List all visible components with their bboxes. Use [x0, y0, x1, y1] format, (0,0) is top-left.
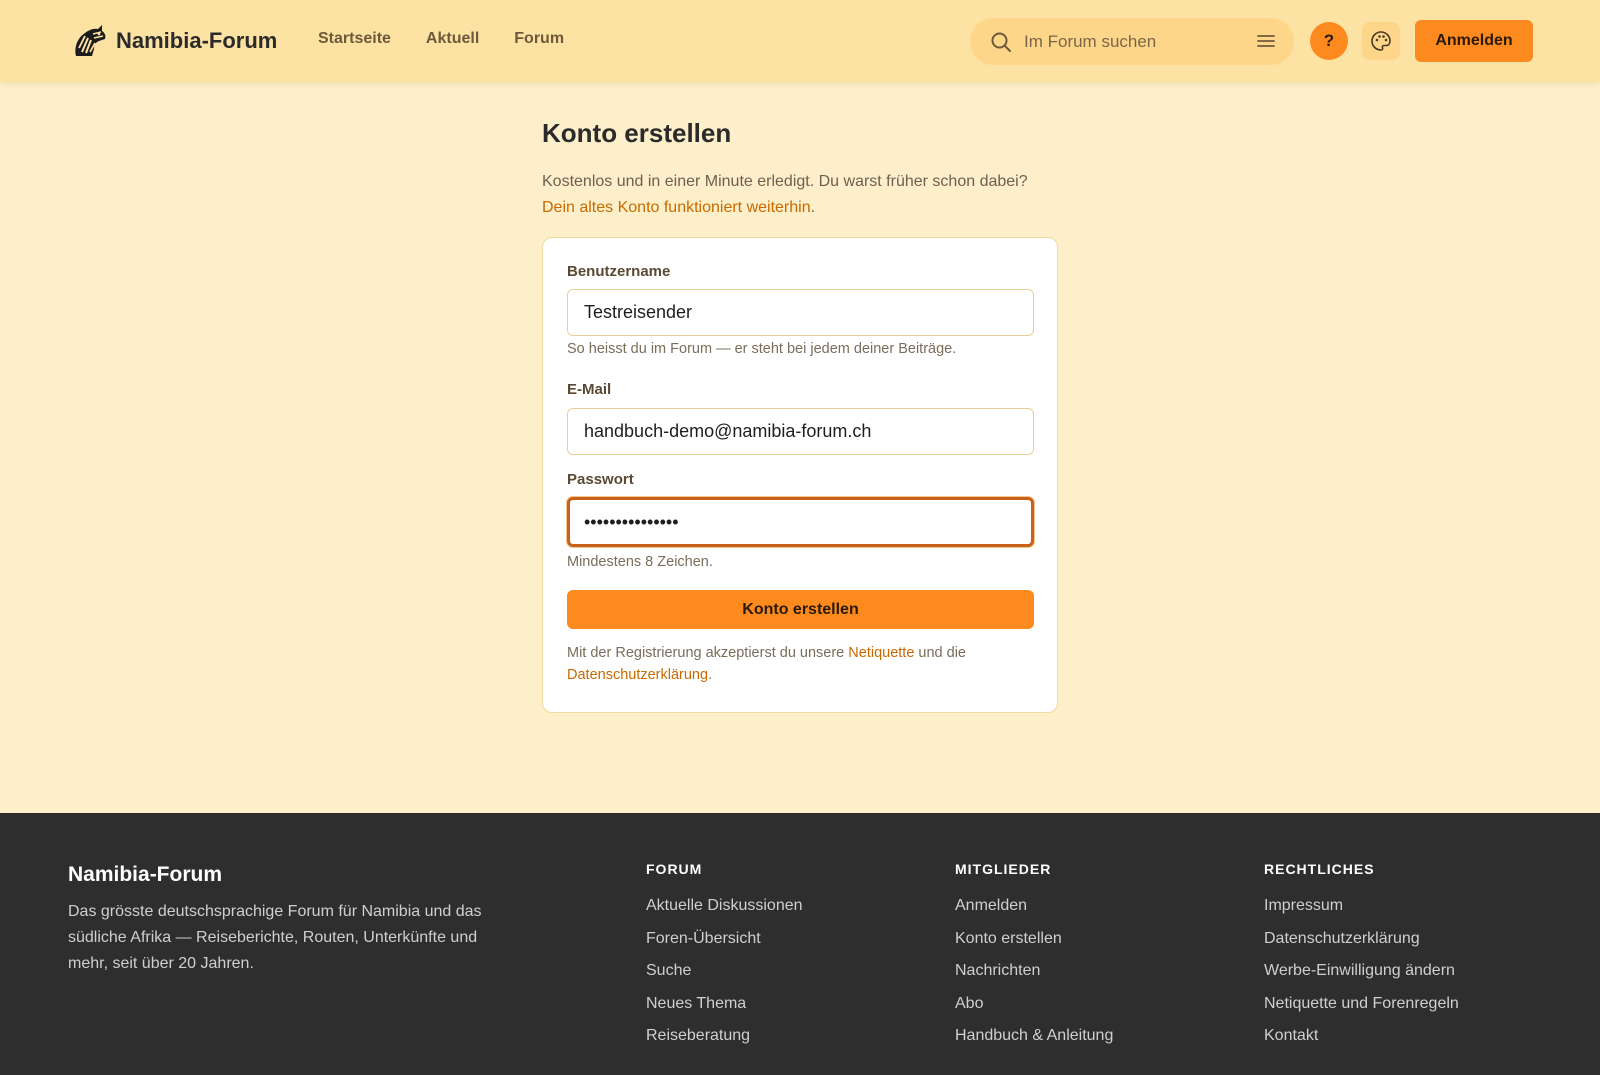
footer-link[interactable]: Aktuelle Diskussionen [646, 897, 803, 930]
palette-icon [1371, 31, 1391, 51]
footer-link[interactable]: Nachrichten [955, 962, 1113, 995]
help-button[interactable]: ? [1310, 22, 1348, 60]
brand-link[interactable]: Namibia-Forum [68, 22, 277, 60]
footer-link[interactable]: Kontakt [1264, 1027, 1459, 1060]
footer-column-title: FORUM [646, 861, 703, 877]
footer-column-forum: FORUM Aktuelle Diskussionen Foren-Übersi… [646, 861, 803, 1060]
search-input[interactable] [1024, 28, 1244, 56]
footer-link[interactable]: Netiquette und Forenregeln [1264, 995, 1459, 1028]
footer-link[interactable]: Abo [955, 995, 1113, 1028]
legal-before: Mit der Registrierung akzeptierst du uns… [567, 645, 849, 661]
footer-column-title: MITGLIEDER [955, 861, 1052, 877]
username-hint: So heisst du im Forum — er steht bei jed… [567, 341, 957, 357]
nav-startseite[interactable]: Startseite [318, 30, 391, 48]
footer-link[interactable]: Anmelden [955, 897, 1113, 930]
password-field[interactable] [567, 497, 1034, 547]
intro-period: . [810, 199, 816, 216]
footer-brand: Namibia-Forum [68, 863, 223, 886]
menu-lines-icon[interactable] [1256, 32, 1276, 50]
username-field[interactable] [567, 289, 1034, 336]
netiquette-link[interactable]: Netiquette [848, 645, 914, 661]
footer-link[interactable]: Impressum [1264, 897, 1459, 930]
footer-link[interactable]: Reiseberatung [646, 1027, 803, 1060]
footer-link[interactable]: Neues Thema [646, 995, 803, 1028]
password-hint: Mindestens 8 Zeichen. [567, 554, 713, 570]
nav-aktuell[interactable]: Aktuell [426, 30, 479, 48]
email-field[interactable] [567, 408, 1034, 455]
footer-link[interactable]: Datenschutzerklärung [1264, 930, 1459, 963]
username-label: Benutzername [567, 263, 671, 280]
register-form: Benutzername So heisst du im Forum — er … [542, 237, 1058, 713]
intro-text: Kostenlos und in einer Minute erledigt. … [542, 169, 1058, 221]
footer-column-mitglieder: MITGLIEDER Anmelden Konto erstellen Nach… [955, 861, 1113, 1060]
password-label: Passwort [567, 471, 634, 488]
register-intro: Konto erstellen Kostenlos und in einer M… [542, 118, 1058, 221]
zebra-logo-icon [75, 25, 106, 56]
old-account-link[interactable]: Dein altes Konto funktioniert weiterhin [542, 199, 811, 216]
footer-link[interactable]: Foren-Übersicht [646, 930, 803, 963]
intro-sentence: Kostenlos und in einer Minute erledigt. … [542, 173, 1028, 190]
footer-column-title: RECHTLICHES [1264, 861, 1375, 877]
footer-link[interactable]: Konto erstellen [955, 930, 1113, 963]
footer-link[interactable]: Handbuch & Anleitung [955, 1027, 1113, 1060]
legal-text: Mit der Registrierung akzeptierst du uns… [567, 642, 1037, 686]
search-bar [970, 18, 1294, 65]
page-title: Konto erstellen [542, 118, 732, 148]
footer-column-rechtliches: RECHTLICHES Impressum Datenschutzerkläru… [1264, 861, 1459, 1060]
legal-middle: und die [914, 645, 966, 661]
legal-after: . [708, 667, 713, 683]
footer-link[interactable]: Suche [646, 962, 803, 995]
theme-button[interactable] [1362, 22, 1400, 60]
search-icon [991, 32, 1011, 52]
create-account-button[interactable]: Konto erstellen [567, 590, 1034, 629]
nav-forum[interactable]: Forum [514, 30, 564, 48]
main-nav: Startseite Aktuell Forum [318, 30, 564, 48]
email-label: E-Mail [567, 381, 612, 398]
login-button[interactable]: Anmelden [1415, 20, 1533, 62]
site-footer: Namibia-Forum Das grösste deutschsprachi… [0, 813, 1600, 1075]
brand-name: Namibia-Forum [116, 28, 278, 53]
footer-description: Das grösste deutschsprachige Forum für N… [68, 903, 482, 972]
privacy-link[interactable]: Datenschutzerklärung [567, 667, 708, 683]
footer-link[interactable]: Werbe-Einwilligung ändern [1264, 962, 1459, 995]
site-header: Namibia-Forum Startseite Aktuell Forum ?… [0, 0, 1600, 82]
